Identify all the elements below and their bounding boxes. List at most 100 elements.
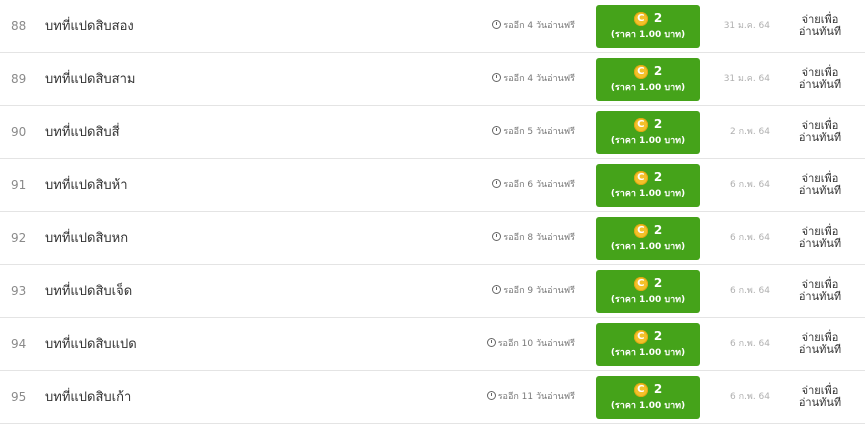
coin-icon: C [633, 382, 648, 397]
free-wait-label: รออีก 10 วันอ่านฟรี [497, 339, 575, 349]
baht-price: (ราคา 1.00 บาท) [610, 189, 686, 199]
chapter-number: 93 [11, 284, 27, 298]
free-wait-label: รออีก 11 วันอ่านฟรี [497, 392, 575, 402]
coin-price: C2 [596, 10, 700, 26]
coin-amount: 2 [653, 64, 663, 78]
pay-to-read-link[interactable]: จ่ายเพื่อ อ่านทันที [790, 120, 850, 144]
free-wait-text: รออีก 4 วันอ่านฟรี [492, 0, 575, 53]
clock-icon [492, 73, 502, 82]
clock-icon [486, 338, 496, 347]
release-date: 6 ก.พ. 64 [729, 392, 770, 402]
pay-line-2: อ่านทันที [798, 25, 842, 38]
coin-price: C2 [596, 63, 700, 79]
pay-to-read-link[interactable]: จ่ายเพื่อ อ่านทันที [790, 67, 850, 91]
free-wait-text: รออีก 9 วันอ่านฟรี [492, 265, 575, 318]
coin-amount: 2 [653, 117, 663, 131]
coin-amount: 2 [653, 382, 663, 396]
coin-price: C2 [596, 169, 700, 185]
chapter-number: 94 [11, 337, 27, 351]
chapter-number: 88 [11, 19, 27, 33]
free-wait-label: รออีก 8 วันอ่านฟรี [503, 233, 575, 243]
coin-icon: C [633, 223, 648, 238]
chapter-number: 90 [11, 125, 27, 139]
chapter-list: 88 บทที่แปดสิบสอง รออีก 4 วันอ่านฟรี C2 … [0, 0, 865, 424]
baht-price: (ราคา 1.00 บาท) [610, 348, 686, 358]
chapter-number: 91 [11, 178, 27, 192]
coin-price: C2 [596, 381, 700, 397]
chapter-row[interactable]: 94 บทที่แปดสิบแปด รออีก 10 วันอ่านฟรี C2… [0, 318, 865, 371]
pay-line-2: อ่านทันที [798, 184, 842, 197]
pay-line-2: อ่านทันที [798, 343, 842, 356]
chapter-number: 92 [11, 231, 27, 245]
buy-chapter-button[interactable]: C2 (ราคา 1.00 บาท) [596, 323, 700, 366]
coin-icon: C [633, 117, 648, 132]
chapter-title[interactable]: บทที่แปดสิบหก [45, 212, 128, 265]
chapter-number: 95 [11, 390, 27, 404]
release-date: 6 ก.พ. 64 [729, 286, 770, 296]
free-wait-label: รออีก 5 วันอ่านฟรี [503, 127, 575, 137]
buy-chapter-button[interactable]: C2 (ราคา 1.00 บาท) [596, 5, 700, 48]
chapter-title[interactable]: บทที่แปดสิบแปด [45, 318, 137, 371]
baht-price: (ราคา 1.00 บาท) [610, 83, 686, 93]
buy-chapter-button[interactable]: C2 (ราคา 1.00 บาท) [596, 111, 700, 154]
coin-amount: 2 [653, 329, 663, 343]
clock-icon [486, 391, 496, 400]
pay-to-read-link[interactable]: จ่ายเพื่อ อ่านทันที [790, 279, 850, 303]
chapter-row[interactable]: 92 บทที่แปดสิบหก รออีก 8 วันอ่านฟรี C2 (… [0, 212, 865, 265]
coin-icon: C [633, 276, 648, 291]
release-date: 6 ก.พ. 64 [729, 180, 770, 190]
baht-price: (ราคา 1.00 บาท) [610, 242, 686, 252]
chapter-row[interactable]: 93 บทที่แปดสิบเจ็ด รออีก 9 วันอ่านฟรี C2… [0, 265, 865, 318]
coin-icon: C [633, 170, 648, 185]
baht-price: (ราคา 1.00 บาท) [610, 30, 686, 40]
free-wait-text: รออีก 6 วันอ่านฟรี [492, 159, 575, 212]
free-wait-label: รออีก 6 วันอ่านฟรี [503, 180, 575, 190]
free-wait-text: รออีก 5 วันอ่านฟรี [492, 106, 575, 159]
coin-amount: 2 [653, 276, 663, 290]
clock-icon [492, 232, 502, 241]
coin-icon: C [633, 11, 648, 26]
release-date: 31 ม.ค. 64 [723, 21, 770, 31]
pay-to-read-link[interactable]: จ่ายเพื่อ อ่านทันที [790, 332, 850, 356]
buy-chapter-button[interactable]: C2 (ราคา 1.00 บาท) [596, 376, 700, 419]
clock-icon [492, 179, 502, 188]
clock-icon [492, 126, 502, 135]
free-wait-text: รออีก 8 วันอ่านฟรี [492, 212, 575, 265]
chapter-row[interactable]: 88 บทที่แปดสิบสอง รออีก 4 วันอ่านฟรี C2 … [0, 0, 865, 53]
release-date: 2 ก.พ. 64 [729, 127, 770, 137]
baht-price: (ราคา 1.00 บาท) [610, 295, 686, 305]
pay-line-2: อ่านทันที [798, 396, 842, 409]
chapter-row[interactable]: 91 บทที่แปดสิบห้า รออีก 6 วันอ่านฟรี C2 … [0, 159, 865, 212]
pay-to-read-link[interactable]: จ่ายเพื่อ อ่านทันที [790, 385, 850, 409]
free-wait-text: รออีก 11 วันอ่านฟรี [486, 371, 575, 424]
chapter-row[interactable]: 90 บทที่แปดสิบสี่ รออีก 5 วันอ่านฟรี C2 … [0, 106, 865, 159]
pay-line-2: อ่านทันที [798, 290, 842, 303]
chapter-title[interactable]: บทที่แปดสิบสอง [45, 0, 134, 53]
chapter-row[interactable]: 89 บทที่แปดสิบสาม รออีก 4 วันอ่านฟรี C2 … [0, 53, 865, 106]
clock-icon [492, 20, 502, 29]
pay-to-read-link[interactable]: จ่ายเพื่อ อ่านทันที [790, 226, 850, 250]
chapter-title[interactable]: บทที่แปดสิบสี่ [45, 106, 120, 159]
buy-chapter-button[interactable]: C2 (ราคา 1.00 บาท) [596, 58, 700, 101]
release-date: 31 ม.ค. 64 [723, 74, 770, 84]
pay-line-2: อ่านทันที [798, 237, 842, 250]
buy-chapter-button[interactable]: C2 (ราคา 1.00 บาท) [596, 270, 700, 313]
free-wait-text: รออีก 10 วันอ่านฟรี [486, 318, 575, 371]
coin-price: C2 [596, 222, 700, 238]
coin-icon: C [633, 64, 648, 79]
baht-price: (ราคา 1.00 บาท) [610, 401, 686, 411]
chapter-title[interactable]: บทที่แปดสิบห้า [45, 159, 128, 212]
release-date: 6 ก.พ. 64 [729, 339, 770, 349]
coin-price: C2 [596, 328, 700, 344]
chapter-row[interactable]: 95 บทที่แปดสิบเก้า รออีก 11 วันอ่านฟรี C… [0, 371, 865, 424]
chapter-title[interactable]: บทที่แปดสิบเก้า [45, 371, 131, 424]
buy-chapter-button[interactable]: C2 (ราคา 1.00 บาท) [596, 164, 700, 207]
free-wait-label: รออีก 9 วันอ่านฟรี [503, 286, 575, 296]
pay-to-read-link[interactable]: จ่ายเพื่อ อ่านทันที [790, 173, 850, 197]
pay-to-read-link[interactable]: จ่ายเพื่อ อ่านทันที [790, 14, 850, 38]
free-wait-label: รออีก 4 วันอ่านฟรี [503, 74, 575, 84]
chapter-number: 89 [11, 72, 27, 86]
chapter-title[interactable]: บทที่แปดสิบสาม [45, 53, 135, 106]
chapter-title[interactable]: บทที่แปดสิบเจ็ด [45, 265, 132, 318]
buy-chapter-button[interactable]: C2 (ราคา 1.00 บาท) [596, 217, 700, 260]
